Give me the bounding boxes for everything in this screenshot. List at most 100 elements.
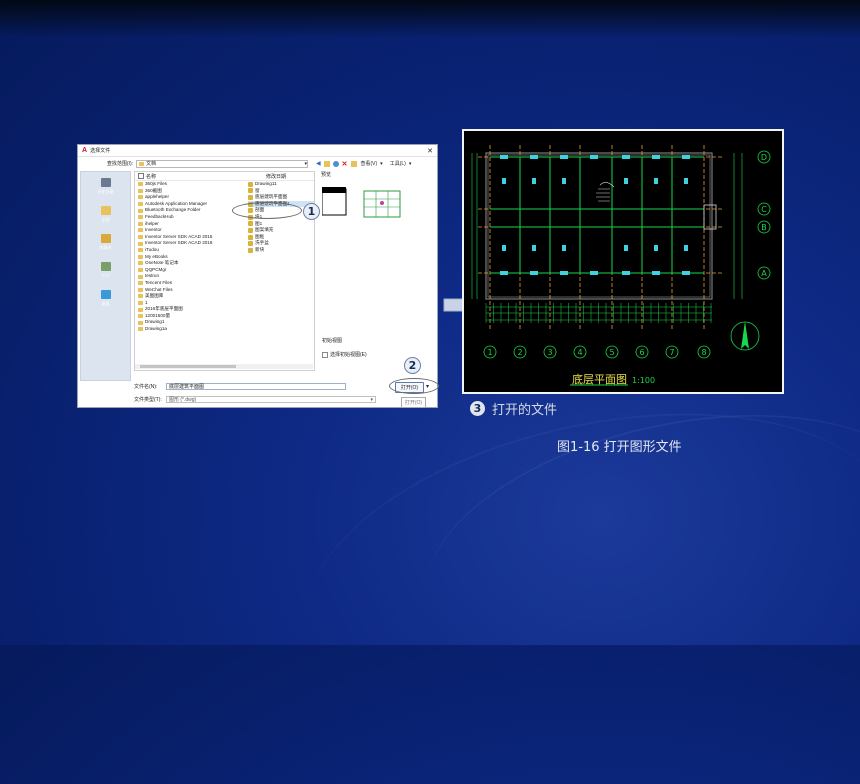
column-name[interactable]: 名称 bbox=[135, 173, 248, 180]
list-item[interactable]: Drawing1 bbox=[138, 319, 248, 326]
place-ftp[interactable]: FTP bbox=[81, 256, 130, 284]
open-menu-item[interactable]: 打开(O) bbox=[401, 397, 426, 408]
drawing-title: 底层平面图 bbox=[572, 372, 627, 386]
folder-icon bbox=[138, 248, 143, 253]
list-item[interactable]: Drawing11 bbox=[248, 181, 314, 188]
list-item-label: Drawing1a bbox=[145, 326, 167, 332]
new-folder-icon[interactable] bbox=[350, 160, 357, 167]
dwg-file-icon bbox=[248, 247, 253, 253]
look-in-dropdown[interactable]: 文档 ▾ bbox=[136, 159, 308, 168]
up-folder-icon[interactable] bbox=[323, 160, 330, 167]
list-item[interactable]: 12001500量 bbox=[138, 313, 248, 320]
folder-icon bbox=[138, 182, 143, 187]
place-label: 文档 bbox=[101, 216, 110, 222]
folder-icon bbox=[138, 254, 143, 259]
folder-icon bbox=[138, 208, 143, 213]
list-item-label: Inventor Server SDK ACAD 2015 bbox=[145, 233, 213, 239]
select-all-checkbox[interactable] bbox=[138, 173, 144, 179]
list-item[interactable]: 美图图库 bbox=[138, 293, 248, 300]
list-item[interactable]: applehelper bbox=[138, 194, 248, 201]
list-item-label: iTudou bbox=[145, 246, 159, 252]
delete-icon[interactable]: ✕ bbox=[342, 160, 348, 168]
place-favorites[interactable]: 收藏夹 bbox=[81, 228, 130, 256]
list-item[interactable]: ihelper bbox=[138, 221, 248, 228]
tools-label[interactable]: 工具(L) bbox=[390, 160, 406, 167]
dwg-file-icon bbox=[248, 234, 253, 240]
list-item[interactable]: Inventor Server SDK ACAD 2018 bbox=[138, 240, 248, 247]
floor-plan-drawing: 1 2 3 4 5 6 7 8 D CB A 底层平面图 1:100 bbox=[471, 145, 771, 386]
search-web-icon[interactable] bbox=[332, 160, 339, 167]
place-documents[interactable]: 文档 bbox=[81, 200, 130, 228]
views-label[interactable]: 查看(V) bbox=[361, 160, 378, 167]
place-desktop[interactable]: 桌面 bbox=[81, 284, 130, 312]
list-item[interactable]: QQPCMgr bbox=[138, 267, 248, 274]
list-item[interactable]: Inventor Server SDK ACAD 2015 bbox=[138, 234, 248, 241]
axis-number: 5 bbox=[609, 348, 614, 357]
list-item[interactable]: 洗手盆 bbox=[248, 240, 314, 247]
list-item-label: QQPCMgr bbox=[145, 266, 167, 272]
toolbar-icons: ◀ ✕ 查看(V) ▾ 工具(L) ▾ bbox=[316, 160, 411, 168]
list-item-label: 360截图 bbox=[145, 187, 162, 193]
horizontal-scrollbar[interactable] bbox=[135, 364, 313, 369]
preview-label: 预览 bbox=[321, 172, 332, 178]
folder-icon bbox=[138, 314, 143, 319]
folder-icon bbox=[138, 300, 143, 305]
list-item[interactable]: 360js Files bbox=[138, 181, 248, 188]
folder-icon bbox=[138, 294, 143, 299]
column-modified[interactable]: 修改日期 bbox=[248, 173, 314, 180]
desktop-icon bbox=[100, 289, 111, 299]
favorites-icon bbox=[100, 233, 111, 243]
select-file-dialog: A 选择文件 ✕ 查找范围(I): 文档 ▾ ◀ ✕ 查看(V) ▾ 工具(L)… bbox=[77, 144, 438, 408]
list-item-label: FeedbackHub bbox=[145, 213, 174, 219]
chevron-down-icon: ▾ bbox=[304, 160, 307, 167]
list-item[interactable]: 360截图 bbox=[138, 188, 248, 195]
place-history[interactable]: 历史记录 bbox=[81, 172, 130, 200]
select-initial-view-checkbox[interactable] bbox=[322, 351, 328, 358]
close-icon[interactable]: ✕ bbox=[427, 147, 433, 155]
dwg-file-icon bbox=[248, 227, 253, 233]
back-arrow-icon[interactable]: ◀ bbox=[316, 160, 321, 167]
list-item[interactable]: Autodesk Application Manager bbox=[138, 201, 248, 208]
dialog-title: 选择文件 bbox=[90, 148, 111, 154]
step-3-label: 3 打开的文件 bbox=[470, 399, 557, 418]
select-initial-view[interactable]: 选择初始视图(E) bbox=[322, 351, 367, 358]
dialog-titlebar: A 选择文件 ✕ bbox=[78, 145, 437, 157]
list-item-label: Inventor bbox=[145, 227, 162, 233]
list-item[interactable]: iTudou bbox=[138, 247, 248, 254]
dwg-file-icon bbox=[248, 194, 253, 200]
list-item[interactable]: 新块 bbox=[248, 247, 314, 254]
list-item[interactable]: Inventor bbox=[138, 227, 248, 234]
list-item-label: 洗手盆 bbox=[255, 240, 269, 246]
list-item-label: 新块 bbox=[255, 246, 265, 252]
list-item-label: Bluetooth Exchange Folder bbox=[145, 207, 201, 213]
dwg-file-icon bbox=[248, 188, 253, 194]
list-item[interactable]: OneNote 笔记本 bbox=[138, 260, 248, 267]
place-label: FTP bbox=[101, 273, 110, 278]
axis-number: 6 bbox=[639, 348, 644, 357]
list-item[interactable]: 2016年底层平面图 bbox=[138, 306, 248, 313]
list-item-label: Autodesk Application Manager bbox=[145, 200, 208, 206]
filetype-select[interactable]: 图形 (*.dwg) ▾ bbox=[166, 396, 376, 403]
list-item[interactable]: FeedbackHub bbox=[138, 214, 248, 221]
folder-icon bbox=[138, 188, 143, 193]
axis-number: 2 bbox=[517, 348, 522, 357]
chevron-down-icon: ▾ bbox=[408, 160, 412, 167]
list-item[interactable]: 底层建筑平面图 bbox=[248, 194, 314, 201]
list-item[interactable]: Drawing1a bbox=[138, 326, 248, 333]
filename-input[interactable]: 底层建筑平面图 bbox=[166, 383, 346, 390]
folder-icon bbox=[138, 228, 143, 233]
list-item[interactable]: testrun bbox=[138, 273, 248, 280]
list-item-label: 底层建筑平面图 bbox=[255, 194, 288, 200]
column-name-label: 名称 bbox=[146, 173, 157, 180]
folder-icon bbox=[138, 261, 143, 266]
list-item-label: ihelper bbox=[145, 220, 159, 226]
folder-icon bbox=[138, 281, 143, 286]
place-label: 桌面 bbox=[101, 300, 110, 306]
list-item[interactable]: 图案填充 bbox=[248, 227, 314, 234]
scrollbar-thumb[interactable] bbox=[140, 365, 236, 368]
background-swirl-2 bbox=[275, 363, 860, 784]
list-item-label: OneNote 笔记本 bbox=[145, 260, 179, 266]
list-item-label: 2016年底层平面图 bbox=[145, 306, 183, 312]
folder-icon bbox=[138, 241, 143, 246]
list-item[interactable]: Tencent Files bbox=[138, 280, 248, 287]
